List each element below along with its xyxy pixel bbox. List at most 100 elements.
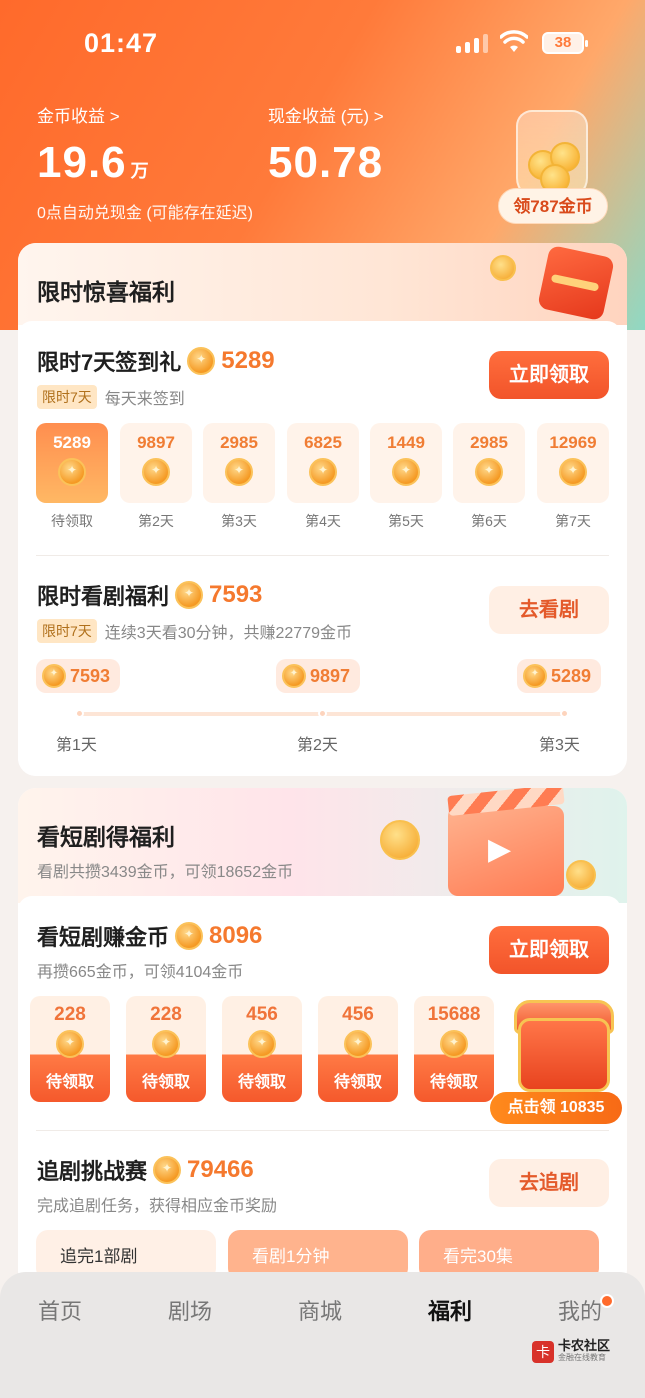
coin-icon <box>248 1030 276 1058</box>
coin-icon <box>153 1156 182 1184</box>
claim-coins-button[interactable]: 领787金币 <box>498 188 608 224</box>
watermark-name: 卡农社区 <box>558 1338 611 1353</box>
tab-theater[interactable]: 剧场 <box>168 1294 212 1326</box>
coin-icon <box>42 664 66 688</box>
envelope-value: 456 <box>246 1004 278 1025</box>
watch-amount: 7593 <box>209 581 263 608</box>
coin-earnings-unit: 万 <box>130 161 150 181</box>
earn-title-row: 看短剧赚金币 8096 <box>37 920 262 952</box>
signin-subtitle: 限时7天 每天来签到 <box>37 385 185 409</box>
coin-icon <box>58 458 86 486</box>
coin-icon <box>523 664 547 688</box>
chest-claim-button[interactable]: 点击领 10835 <box>490 1092 622 1124</box>
tab-welfare[interactable]: 福利 <box>428 1294 472 1326</box>
watch-subtitle: 限时7天 连续3天看30分钟，共赚22779金币 <box>37 619 352 643</box>
watermark: 卡 卡农社区 金融在线教育 <box>532 1338 611 1364</box>
envelope-label: 待领取 <box>141 1074 190 1091</box>
coin-jar-icon <box>516 110 588 200</box>
signin-day[interactable]: 9897 第2天 <box>120 423 192 531</box>
milestone-value: 7593 <box>70 665 111 686</box>
short-drama-title: 看短剧得福利 <box>37 824 175 850</box>
signin-day[interactable]: 1449 第5天 <box>370 423 442 531</box>
reward-envelope[interactable]: 15688 待领取 <box>414 996 494 1102</box>
go-watch-button[interactable]: 去看剧 <box>489 586 609 634</box>
earn-title: 看短剧赚金币 <box>37 925 170 950</box>
challenge-title-row: 追剧挑战赛 79466 <box>37 1154 254 1186</box>
coin-icon <box>344 1030 372 1058</box>
coin-icon <box>142 458 170 486</box>
limited-tag: 限时7天 <box>37 619 97 643</box>
day-value: 12969 <box>549 433 597 452</box>
signin-days-row: 5289 待领取 9897 第2天 2985 第3天 6825 第4天 1449… <box>36 423 609 533</box>
limited-surprise-card: 限时惊喜福利 限时7天签到礼 5289 限时7天 每天来签到 立即领取 5289… <box>18 243 627 776</box>
day-value: 9897 <box>137 433 175 452</box>
signin-day[interactable]: 2985 第3天 <box>203 423 275 531</box>
day-label: 第6天 <box>471 513 507 529</box>
video-clapper-icon <box>448 806 564 896</box>
tab-mine[interactable]: 我的 <box>558 1294 602 1326</box>
limited-tag: 限时7天 <box>37 385 97 409</box>
coin-icon <box>282 664 306 688</box>
progress-dot <box>75 709 84 718</box>
coin-icon <box>225 458 253 486</box>
go-chase-button[interactable]: 去追剧 <box>489 1159 609 1207</box>
challenge-amount: 79466 <box>187 1156 254 1183</box>
coin-icon <box>187 347 216 375</box>
battery-icon: 38 <box>542 32 588 54</box>
bottom-tab-bar: 首页 剧场 商城 福利 我的 卡 卡农社区 金融在线教育 <box>0 1272 645 1398</box>
day-value: 2985 <box>220 433 258 452</box>
cellular-signal-icon <box>456 33 488 53</box>
coin-icon <box>490 255 516 281</box>
watermark-subtitle: 金融在线教育 <box>558 1353 606 1362</box>
short-drama-card: 看短剧得福利 看剧共攒3439金币，可领18652金币 看短剧赚金币 8096 … <box>18 788 627 1288</box>
tab-mall[interactable]: 商城 <box>298 1294 342 1326</box>
reward-envelope[interactable]: 456 待领取 <box>318 996 398 1102</box>
signin-title: 限时7天签到礼 <box>37 350 182 375</box>
envelope-value: 228 <box>54 1004 86 1025</box>
cash-earnings-value: 50.78 <box>268 138 384 187</box>
envelope-value: 15688 <box>427 1004 481 1025</box>
section-divider <box>36 1130 609 1131</box>
day-label: 第3天 <box>221 513 257 529</box>
signin-title-row: 限时7天签到礼 5289 <box>37 345 275 377</box>
envelope-value: 228 <box>150 1004 182 1025</box>
reward-envelope[interactable]: 228 待领取 <box>30 996 110 1102</box>
short-drama-header: 看短剧得福利 看剧共攒3439金币，可领18652金币 <box>18 788 627 903</box>
red-envelope-icon <box>537 244 615 322</box>
milestone-day: 第3天 <box>539 737 580 754</box>
limited-card-body: 限时7天签到礼 5289 限时7天 每天来签到 立即领取 5289 待领取 98… <box>18 321 621 776</box>
wifi-icon <box>500 30 528 52</box>
watermark-text: 卡农社区 金融在线教育 <box>558 1338 611 1364</box>
earn-claim-button[interactable]: 立即领取 <box>489 926 609 974</box>
milestone-reward: 9897 <box>276 659 361 693</box>
watch-title-row: 限时看剧福利 7593 <box>37 579 262 611</box>
coin-earnings-number: 19.6 <box>37 138 127 187</box>
signin-desc: 每天来签到 <box>104 391 185 408</box>
milestone-value: 9897 <box>310 665 351 686</box>
coin-icon <box>392 458 420 486</box>
envelope-label: 待领取 <box>429 1074 478 1091</box>
signin-day[interactable]: 12969 第7天 <box>537 423 609 531</box>
signin-day[interactable]: 6825 第4天 <box>287 423 359 531</box>
day-value: 5289 <box>53 433 91 452</box>
challenge-title: 追剧挑战赛 <box>37 1159 148 1184</box>
coin-icon <box>440 1030 468 1058</box>
signin-day[interactable]: 2985 第6天 <box>453 423 525 531</box>
signin-day[interactable]: 5289 待领取 <box>36 423 108 531</box>
chest-body-icon <box>518 1018 610 1092</box>
coin-earnings-link[interactable]: 金币收益 > <box>37 102 120 127</box>
cash-earnings-link[interactable]: 现金收益 (元) > <box>268 102 384 127</box>
day-label: 第7天 <box>555 513 591 529</box>
day-value: 2985 <box>470 433 508 452</box>
reward-envelope[interactable]: 228 待领取 <box>126 996 206 1102</box>
coin-icon <box>56 1030 84 1058</box>
challenge-desc: 完成追剧任务，获得相应金币奖励 <box>37 1198 278 1215</box>
envelope-label: 待领取 <box>333 1074 382 1091</box>
reward-envelope[interactable]: 456 待领取 <box>222 996 302 1102</box>
signin-claim-button[interactable]: 立即领取 <box>489 351 609 399</box>
progress-dot <box>560 709 569 718</box>
status-bar: 01:47 38 <box>0 0 645 90</box>
milestone-reward: 5289 <box>517 659 602 693</box>
milestone-reward: 7593 <box>36 659 121 693</box>
tab-home[interactable]: 首页 <box>38 1294 82 1326</box>
